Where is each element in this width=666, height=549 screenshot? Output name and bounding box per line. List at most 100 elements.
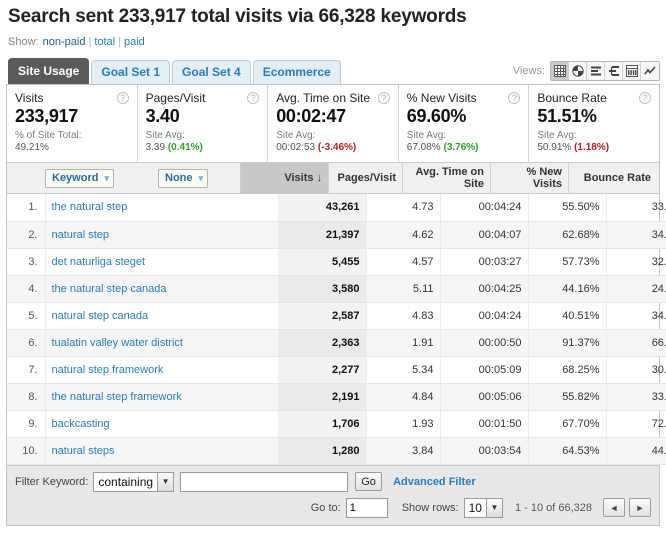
bar-list-view-icon[interactable] — [587, 62, 605, 80]
keyword-link[interactable]: tualatin valley water district — [52, 337, 183, 349]
dimension-selector-secondary-label: None — [165, 172, 193, 184]
row-index: 1. — [7, 194, 45, 222]
metric-new-visits-header: % New Visits ? — [407, 91, 521, 105]
filter-go-button[interactable]: Go — [355, 472, 383, 491]
tab-goal-set-1[interactable]: Goal Set 1 — [91, 60, 171, 84]
row-visits: 2,277 — [277, 356, 366, 384]
dimension-selector-secondary[interactable]: None ▾ — [158, 168, 209, 188]
show-option-non-paid[interactable]: non-paid — [43, 36, 86, 48]
goto-page-input[interactable] — [345, 497, 388, 518]
metric-bounce-rate-value: 51.51% — [537, 106, 597, 126]
metric-pages-visit: Pages/Visit ? 3.40 Site Avg: 3.39 (0.41%… — [138, 85, 269, 162]
row-pages-visit: 4.62 — [365, 221, 440, 249]
row-bounce-rate: 72.63% — [605, 410, 666, 438]
row-avg-time: 00:03:27 — [439, 248, 528, 276]
dimension-selector-primary[interactable]: Keyword ▾ — [45, 168, 114, 188]
pie-chart-view-icon[interactable] — [569, 62, 587, 80]
metric-visits-header: Visits ? — [15, 91, 129, 105]
keyword-link[interactable]: the natural step framework — [52, 391, 182, 403]
row-new-visits: 64.53% — [527, 437, 606, 465]
pivot-view-icon[interactable] — [623, 62, 641, 80]
metric-pages-visit-sub: Site Avg: 3.39 (0.41%) — [146, 130, 260, 154]
metric-new-visits-sub: Site Avg: 67.08% (3.76%) — [407, 130, 521, 154]
next-page-button[interactable]: ► — [629, 498, 651, 517]
row-avg-time: 00:04:24 — [439, 302, 528, 330]
motion-chart-view-icon[interactable] — [641, 62, 659, 80]
help-icon[interactable]: ? — [377, 92, 390, 104]
help-icon[interactable]: ? — [116, 92, 129, 104]
metric-avg-time: Avg. Time on Site ? 00:02:47 Site Avg: 0… — [268, 85, 399, 162]
metric-avg-time-sub: Site Avg: 00:02:53 (-3.46%) — [276, 130, 390, 154]
metric-bounce-rate-delta: (1.18%) — [574, 142, 610, 153]
row-index: 8. — [7, 383, 45, 411]
keyword-link[interactable]: det naturliga steget — [52, 256, 146, 268]
row-keyword-cell: natural step — [44, 221, 278, 249]
keyword-link[interactable]: natural step framework — [52, 364, 164, 376]
metric-visits-sub-value: 49.21% — [15, 142, 49, 153]
advanced-filter-link[interactable]: Advanced Filter — [393, 476, 476, 488]
tab-bar: Site Usage Goal Set 1 Goal Set 4 Ecommerce … — [0, 58, 666, 84]
row-avg-time: 00:01:50 — [439, 410, 528, 438]
row-visits: 1,706 — [277, 410, 366, 438]
column-header-visits[interactable]: Visits ↓ — [240, 162, 328, 194]
table-view-icon[interactable] — [551, 62, 569, 80]
metric-bounce-rate-header: Bounce Rate ? — [537, 91, 651, 105]
row-new-visits: 57.73% — [527, 248, 606, 276]
show-rows-select[interactable]: 10 ▼ — [463, 497, 503, 518]
help-icon[interactable]: ? — [638, 92, 651, 104]
table-row: 1. the natural step 43,261 4.73 00:04:24 55.5… — [7, 194, 666, 222]
metric-bounce-rate-label: Bounce Rate — [537, 91, 607, 105]
help-icon[interactable]: ? — [247, 92, 260, 104]
row-new-visits: 68.25% — [527, 356, 606, 384]
keywords-table: 1. the natural step 43,261 4.73 00:04:24 55.5… — [7, 194, 666, 465]
keyword-link[interactable]: backcasting — [52, 418, 110, 430]
metric-pages-visit-header: Pages/Visit ? — [146, 91, 260, 105]
column-header-pages-visit[interactable]: Pages/Visit — [328, 162, 402, 194]
row-keyword-cell: tualatin valley water district — [44, 329, 278, 357]
help-icon[interactable]: ? — [508, 92, 521, 104]
row-new-visits: 55.82% — [527, 383, 606, 411]
previous-page-button[interactable]: ◄ — [603, 498, 625, 517]
row-bounce-rate: 30.57% — [605, 356, 666, 384]
show-option-paid[interactable]: paid — [124, 36, 145, 48]
keyword-link[interactable]: the natural step — [52, 201, 128, 213]
row-visits: 43,261 — [277, 194, 366, 222]
metric-bounce-rate-sub: Site Avg: 50.91% (1.18%) — [537, 130, 651, 154]
row-index: 9. — [7, 410, 45, 438]
row-index: 3. — [7, 248, 45, 276]
filter-keyword-input[interactable] — [180, 471, 349, 492]
keyword-link[interactable]: natural steps — [52, 445, 115, 457]
row-bounce-rate: 33.73% — [605, 383, 666, 411]
goto-label: Go to: — [310, 501, 341, 514]
metric-new-visits-delta: (3.76%) — [443, 142, 479, 153]
tab-goal-set-4[interactable]: Goal Set 4 — [172, 60, 251, 84]
row-visits: 21,397 — [277, 221, 366, 249]
row-bounce-rate: 34.09% — [605, 302, 666, 330]
tab-site-usage[interactable]: Site Usage — [8, 58, 90, 84]
column-header-avg-time[interactable]: Avg. Time on Site — [402, 162, 490, 194]
row-visits: 2,363 — [277, 329, 366, 357]
keyword-link[interactable]: natural step — [52, 229, 109, 241]
metric-bounce-rate-sub-value: 50.91% — [537, 142, 572, 153]
metric-pages-visit-label: Pages/Visit — [145, 91, 206, 105]
row-new-visits: 91.37% — [527, 329, 606, 357]
comparison-view-icon[interactable] — [605, 62, 623, 80]
keyword-link[interactable]: the natural step canada — [52, 283, 167, 295]
table-row: 3. det naturliga steget 5,455 4.57 00:03:27 5… — [7, 248, 666, 276]
filter-mode-select[interactable]: containing ▼ — [93, 471, 175, 492]
row-new-visits: 55.50% — [527, 194, 606, 222]
table-row: 7. natural step framework 2,277 5.34 00:05:0… — [7, 356, 666, 384]
row-pages-visit: 1.91 — [365, 329, 440, 357]
page-title: Search sent 233,917 total visits via 66,… — [8, 6, 467, 27]
column-header-bounce-rate-label: Bounce Rate — [583, 172, 651, 184]
show-separator-2: | — [118, 36, 121, 48]
show-option-total[interactable]: total — [94, 36, 115, 48]
show-rows-label: Show rows: — [401, 501, 459, 514]
keyword-link[interactable]: natural step canada — [52, 310, 149, 322]
column-header-bounce-rate[interactable]: Bounce Rate — [568, 162, 657, 194]
metric-new-visits-label: % New Visits — [406, 91, 477, 105]
filter-mode-value: containing — [98, 474, 154, 489]
column-header-new-visits[interactable]: % New Visits — [490, 162, 568, 194]
row-keyword-cell: natural steps — [44, 437, 278, 465]
tab-ecommerce[interactable]: Ecommerce — [252, 60, 341, 84]
